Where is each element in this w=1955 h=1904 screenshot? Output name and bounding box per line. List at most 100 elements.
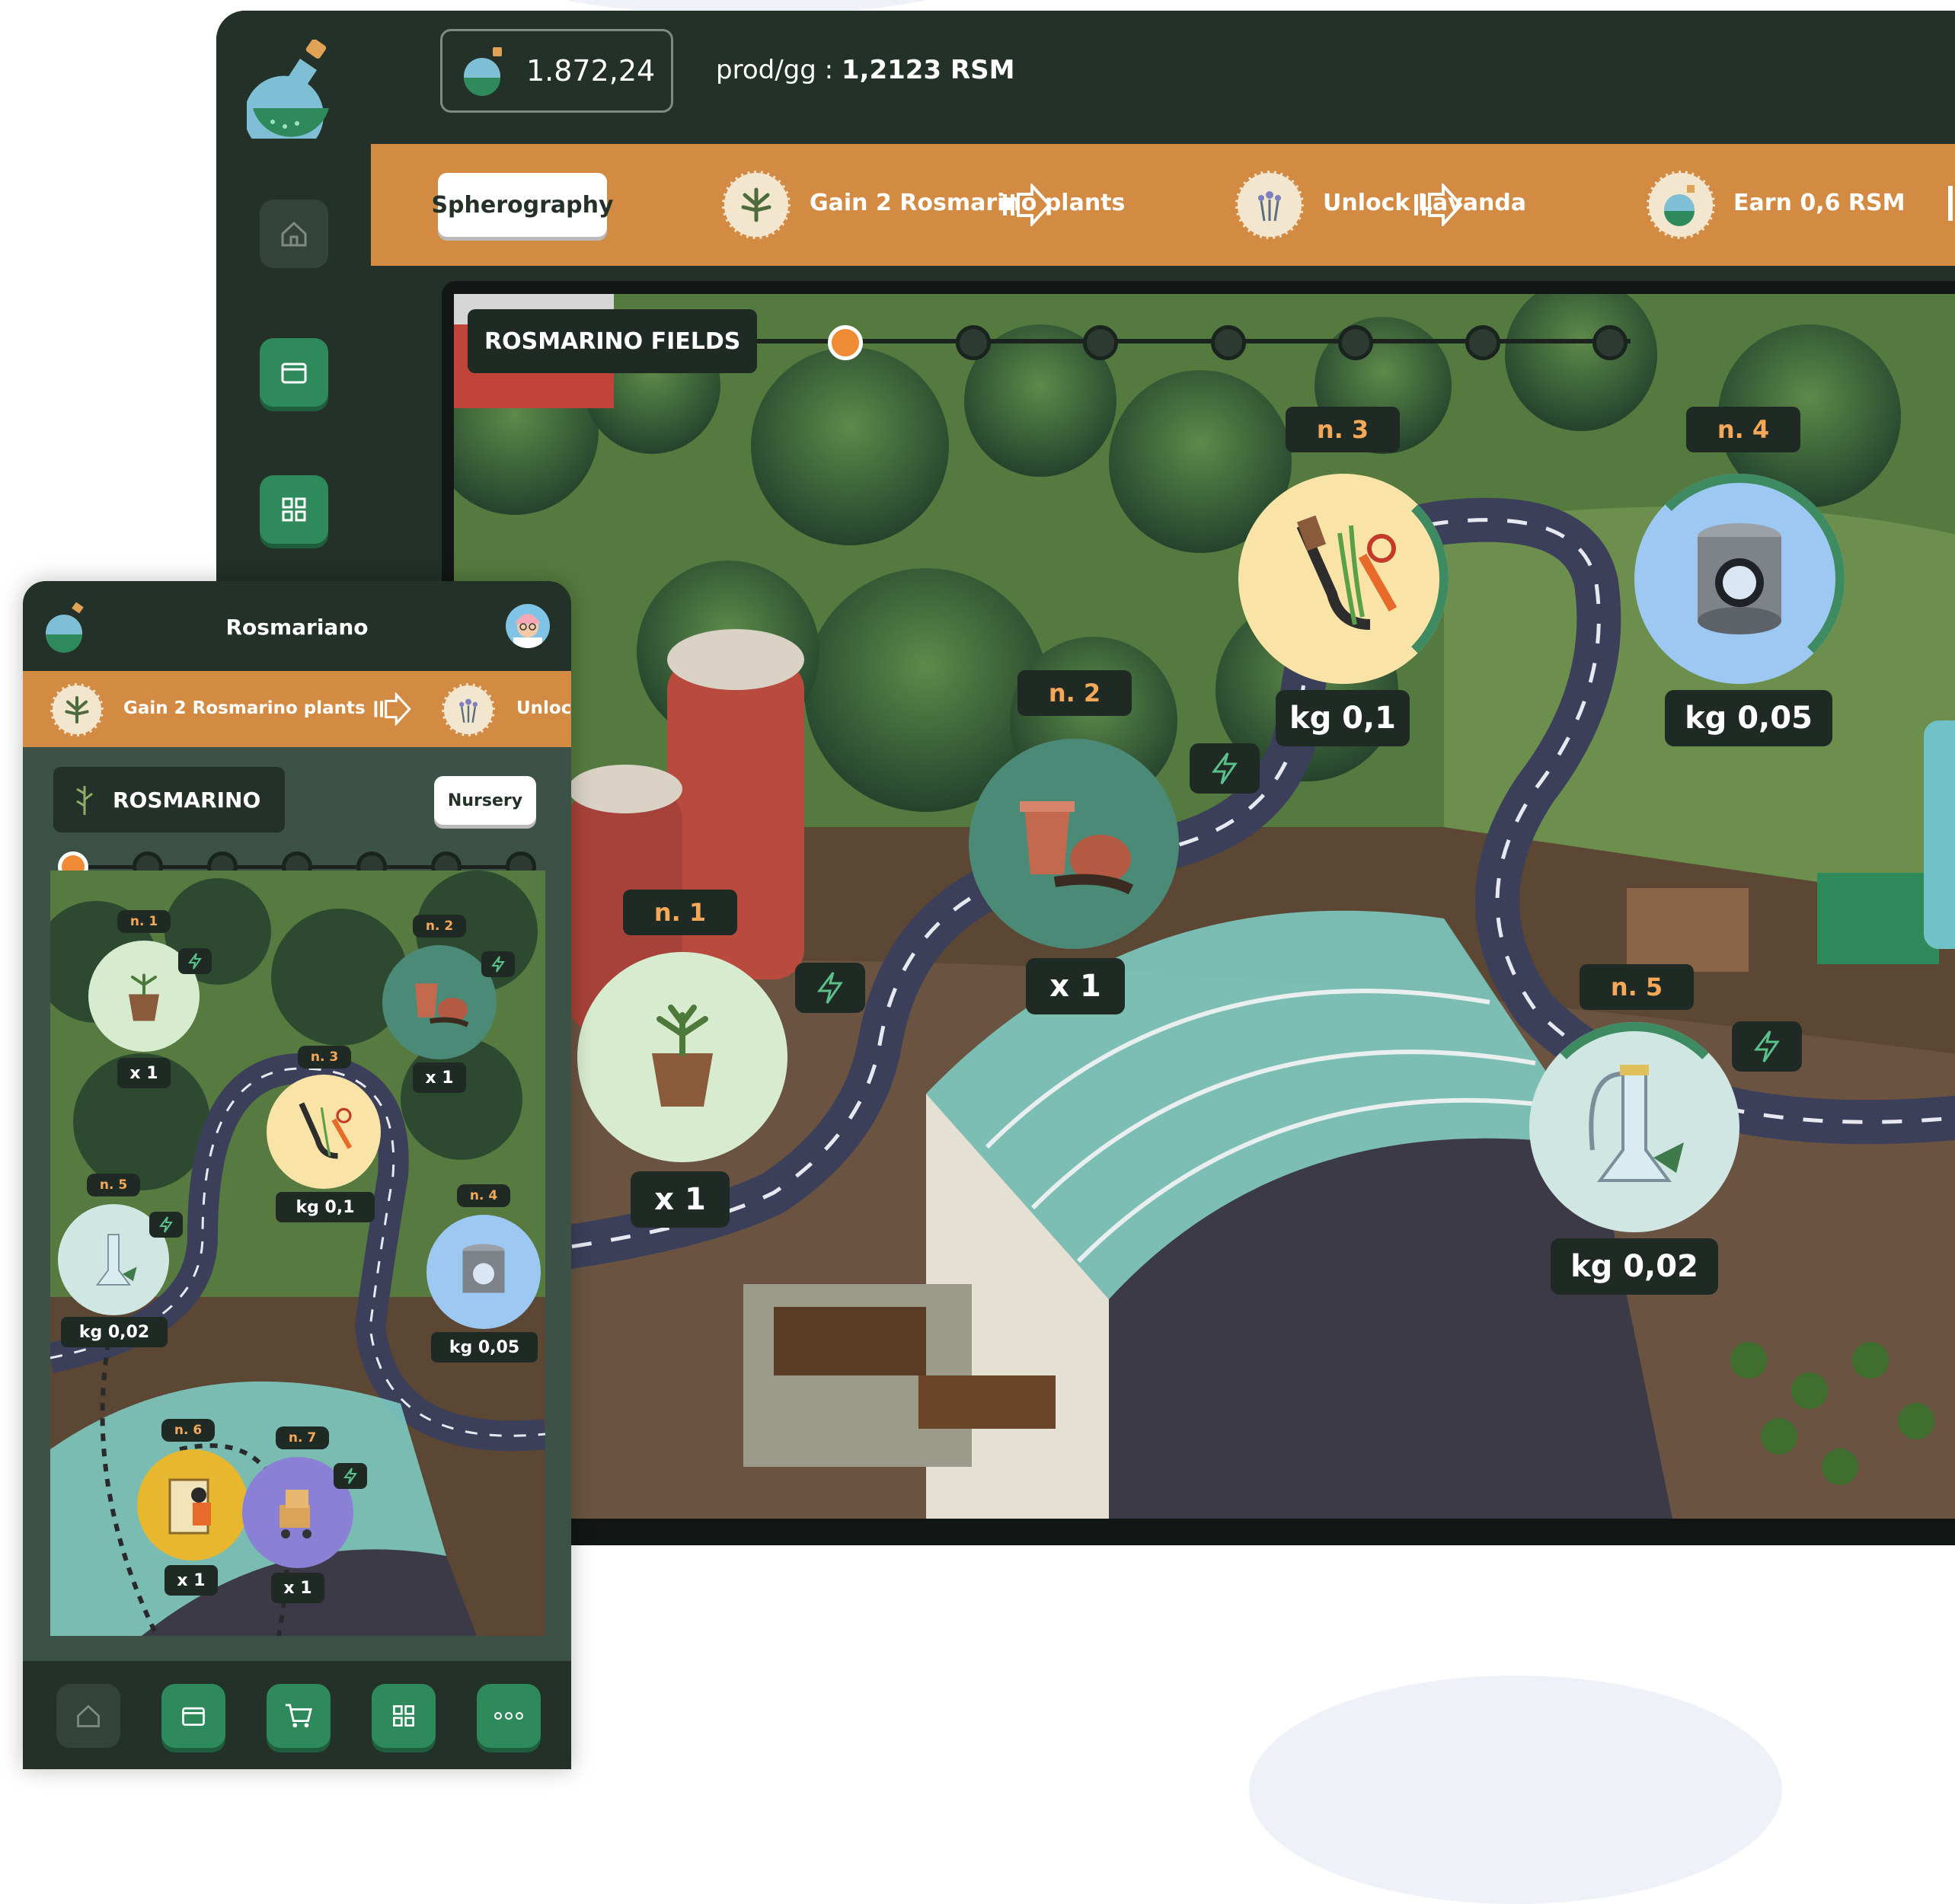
grid-button[interactable] [260, 475, 328, 544]
node-value: kg 0,02 [1551, 1238, 1718, 1295]
grid-icon [393, 1705, 414, 1727]
quest-plant-icon [722, 171, 791, 239]
mobile-game-map[interactable]: n. 1 x 1 n. 2 x 1 n. 3 kg 0,1 n. 4 kg 0,… [50, 871, 545, 1636]
node-4[interactable] [426, 1215, 541, 1329]
balance-value: 1.872,24 [526, 54, 656, 88]
node-value: kg 0,1 [1276, 690, 1410, 746]
node-5[interactable] [1529, 1022, 1739, 1232]
quest-bar-divider [1948, 186, 1953, 221]
node-1[interactable] [577, 952, 787, 1162]
quest-text: Earn 0,6 RSM [1733, 190, 1905, 216]
progress-step[interactable] [1338, 325, 1373, 360]
node-progress-ring [1238, 474, 1449, 684]
arrow-right-icon [374, 692, 411, 726]
background-blob [1249, 1676, 1782, 1904]
node-4[interactable] [1634, 474, 1845, 684]
more-icon [494, 1712, 523, 1720]
node-value: x 1 [1026, 958, 1125, 1014]
node-2[interactable] [382, 945, 497, 1059]
cart-icon [285, 1704, 312, 1728]
grid-button[interactable] [372, 1684, 436, 1748]
quest-lavender-icon [442, 683, 495, 736]
potion-logo-icon [247, 40, 329, 139]
section-title: ROSMARINO [113, 787, 261, 813]
node-label: n. 4 [457, 1184, 510, 1207]
node-3[interactable] [1238, 474, 1449, 684]
quest-text: Unlocl [516, 698, 571, 718]
home-button[interactable] [56, 1684, 120, 1748]
node-value: x 1 [271, 1573, 324, 1603]
boost-bolt-icon[interactable] [481, 951, 515, 977]
more-button[interactable] [477, 1684, 541, 1748]
quest-text: Gain 2 Rosmarino plants [810, 190, 1126, 216]
pruning-shears-icon [299, 1102, 353, 1159]
home-button[interactable] [260, 200, 328, 268]
quest-plant-icon [50, 683, 104, 736]
node-value: kg 0,05 [431, 1332, 538, 1363]
seedling-pot-icon [129, 973, 159, 1021]
arrow-right-icon [1414, 184, 1463, 226]
section-header: ROSMARINO [53, 767, 285, 832]
node-6[interactable] [137, 1449, 248, 1561]
node-label: n. 4 [1686, 407, 1800, 452]
boost-bolt-icon[interactable] [334, 1463, 367, 1489]
balance-box[interactable]: 1.872,24 [440, 29, 673, 113]
node-progress-ring [1634, 474, 1845, 684]
map-title: ROSMARINO FIELDS [468, 309, 758, 373]
boost-bolt-icon[interactable] [1732, 1021, 1802, 1072]
node-label: n. 6 [161, 1419, 215, 1442]
wallet-icon [281, 363, 307, 384]
spherography-button[interactable]: Spherography [431, 173, 614, 237]
node-value: kg 0,1 [276, 1192, 375, 1222]
wallet-button[interactable] [260, 338, 328, 407]
quest-text: Gain 2 Rosmarino plants [123, 698, 366, 718]
quest-bar: Spherography Gain 2 Rosmarino plants Unl… [371, 144, 1955, 266]
node-label: n. 3 [298, 1046, 351, 1069]
avatar[interactable] [506, 604, 550, 648]
arrow-right-icon [1003, 184, 1052, 226]
boost-bolt-icon[interactable] [1190, 743, 1260, 794]
boost-bolt-icon[interactable] [795, 963, 865, 1013]
node-2[interactable] [969, 739, 1179, 949]
node-label: n. 1 [117, 910, 171, 933]
node-label: n. 5 [1580, 964, 1694, 1010]
node-label: n. 1 [623, 890, 737, 935]
progress-step[interactable] [1211, 325, 1246, 360]
node-value: x 1 [413, 1062, 466, 1093]
home-icon [281, 221, 307, 247]
progress-step[interactable] [956, 325, 991, 360]
wallet-icon [182, 1707, 205, 1727]
node-3[interactable] [267, 1075, 381, 1189]
home-icon [77, 1704, 100, 1727]
production-rate: prod/gg : 1,2123 RSM [716, 55, 1014, 85]
cabinet-worker-icon [168, 1478, 211, 1535]
boost-bolt-icon[interactable] [149, 1212, 183, 1238]
node-label: n. 2 [413, 915, 466, 938]
distiller-icon [95, 1234, 137, 1286]
drum-icon [462, 1244, 505, 1293]
game-map[interactable]: ROSMARINO FIELDS n. 1 x 1 n. 2 x 1 n. 3 [454, 294, 1955, 1519]
progress-step[interactable] [1465, 325, 1500, 360]
seedling-pot-icon [652, 1005, 713, 1107]
cart-button[interactable] [267, 1684, 331, 1748]
mobile-window: Rosmariano Gain 2 Rosmarino plants Unloc… [23, 581, 571, 1769]
node-value: kg 0,02 [61, 1317, 168, 1347]
progress-step-current[interactable] [828, 325, 863, 360]
progress-step[interactable] [1592, 325, 1628, 360]
mobile-title: Rosmariano [225, 615, 369, 640]
clay-pots-icon [414, 983, 469, 1027]
wallet-button[interactable] [161, 1684, 225, 1748]
boost-bolt-icon[interactable] [178, 948, 212, 974]
bottom-nav [23, 1661, 571, 1769]
nursery-button[interactable]: Nursery [434, 776, 536, 825]
node-value: x 1 [631, 1171, 730, 1228]
clay-pots-icon [1020, 801, 1134, 895]
node-label: n. 5 [87, 1174, 140, 1196]
node-value: x 1 [165, 1565, 218, 1596]
mobile-quest-bar: Gain 2 Rosmarino plants Unlocl [23, 671, 571, 747]
progress-step[interactable] [1083, 325, 1118, 360]
prod-label: prod/gg : [716, 55, 842, 85]
node-value: x 1 [117, 1058, 171, 1088]
node-label: n. 2 [1017, 670, 1132, 716]
node-progress-ring [1529, 1022, 1739, 1232]
